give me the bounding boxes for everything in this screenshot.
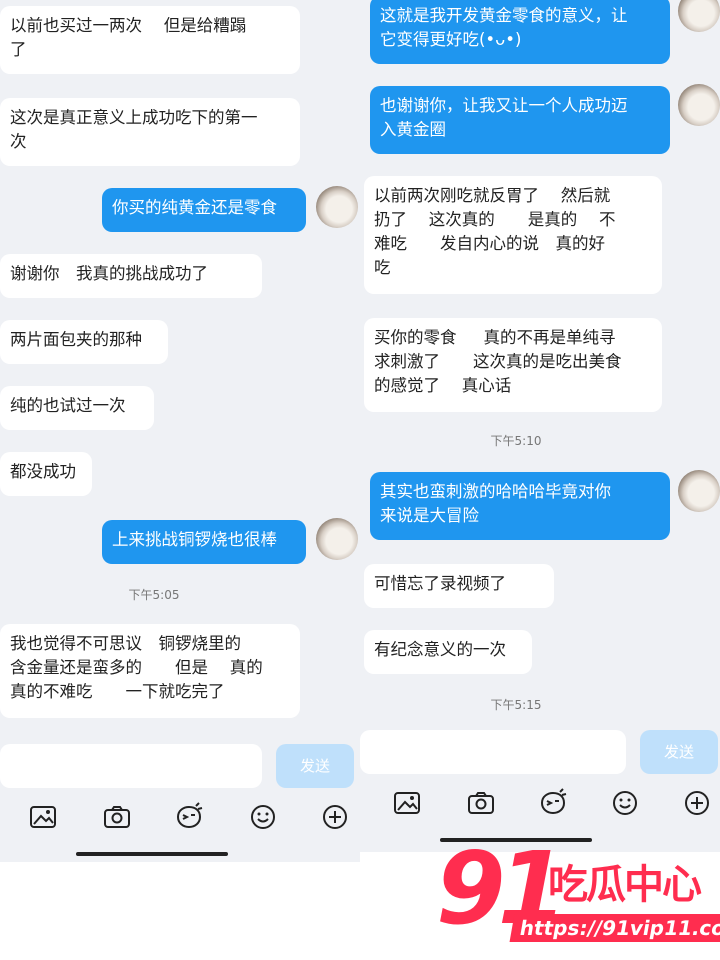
- message-bubble-incoming: 谢谢你 我真的挑战成功了: [0, 254, 262, 298]
- watermark-text: 吃瓜中心: [548, 862, 702, 908]
- message-bubble-incoming: 可惜忘了录视频了: [364, 564, 554, 608]
- message-bubble-incoming: 纯的也试过一次: [0, 386, 154, 430]
- message-bubble-incoming: 我也觉得不可思议 铜锣烧里的 含金量还是蛮多的 但是 真的 真的不难吃 一下就吃…: [0, 624, 300, 718]
- watermark-url: https://91vip11.com: [509, 914, 720, 942]
- message-bubble-incoming: 这次是真正意义上成功吃下的第一 次: [0, 98, 300, 166]
- chat-panel-left: 以前也买过一两次 但是给糟蹋 了 这次是真正意义上成功吃下的第一 次 你买的纯黄…: [0, 0, 360, 862]
- message-bubble-incoming: 以前两次刚吃就反胃了 然后就 扔了 这次真的 是真的 不 难吃 发自内心的说 真…: [364, 176, 662, 294]
- sticker-icon[interactable]: [538, 788, 568, 818]
- message-bubble-outgoing: 其实也蛮刺激的哈哈哈毕竟对你 来说是大冒险: [370, 472, 670, 540]
- avatar[interactable]: [316, 186, 358, 228]
- message-bubble-incoming: 都没成功: [0, 452, 92, 496]
- send-button[interactable]: 发送: [640, 730, 718, 774]
- home-indicator: [76, 852, 228, 856]
- message-bubble-outgoing: 上来挑战铜锣烧也很棒: [102, 520, 306, 564]
- timestamp: 下午5:15: [490, 698, 542, 712]
- message-bubble-outgoing: 也谢谢你，让我又让一个人成功迈 入黄金圈: [370, 86, 670, 154]
- plus-icon[interactable]: [682, 788, 712, 818]
- send-button[interactable]: 发送: [276, 744, 354, 788]
- camera-icon[interactable]: [466, 788, 496, 818]
- message-bubble-incoming: 有纪念意义的一次: [364, 630, 532, 674]
- avatar[interactable]: [678, 470, 720, 512]
- message-bubble-incoming: 买你的零食 真的不再是单纯寻 求刺激了 这次真的是吃出美食 的感觉了 真心话: [364, 318, 662, 412]
- message-bubble-outgoing: 这就是我开发黄金零食的意义，让 它变得更好吃(•ᴗ•): [370, 0, 670, 64]
- message-bubble-incoming: 两片面包夹的那种: [0, 320, 168, 364]
- message-bubble-incoming: 以前也买过一两次 但是给糟蹋 了: [0, 6, 300, 74]
- timestamp: 下午5:10: [490, 434, 542, 448]
- avatar[interactable]: [678, 0, 720, 32]
- camera-icon[interactable]: [102, 802, 132, 832]
- timestamp: 下午5:05: [128, 588, 180, 602]
- chat-panel-right: 这就是我开发黄金零食的意义，让 它变得更好吃(•ᴗ•) 也谢谢你，让我又让一个人…: [360, 0, 720, 852]
- message-input[interactable]: [0, 744, 262, 788]
- message-input[interactable]: [360, 730, 626, 774]
- image-icon[interactable]: [392, 788, 422, 818]
- emoji-icon[interactable]: [610, 788, 640, 818]
- sticker-icon[interactable]: [174, 802, 204, 832]
- watermark-logo: 91 吃瓜中心 https://91vip11.com: [436, 830, 720, 948]
- message-bubble-outgoing: 你买的纯黄金还是零食: [102, 188, 306, 232]
- plus-icon[interactable]: [320, 802, 350, 832]
- emoji-icon[interactable]: [248, 802, 278, 832]
- avatar[interactable]: [316, 518, 358, 560]
- image-icon[interactable]: [28, 802, 58, 832]
- avatar[interactable]: [678, 84, 720, 126]
